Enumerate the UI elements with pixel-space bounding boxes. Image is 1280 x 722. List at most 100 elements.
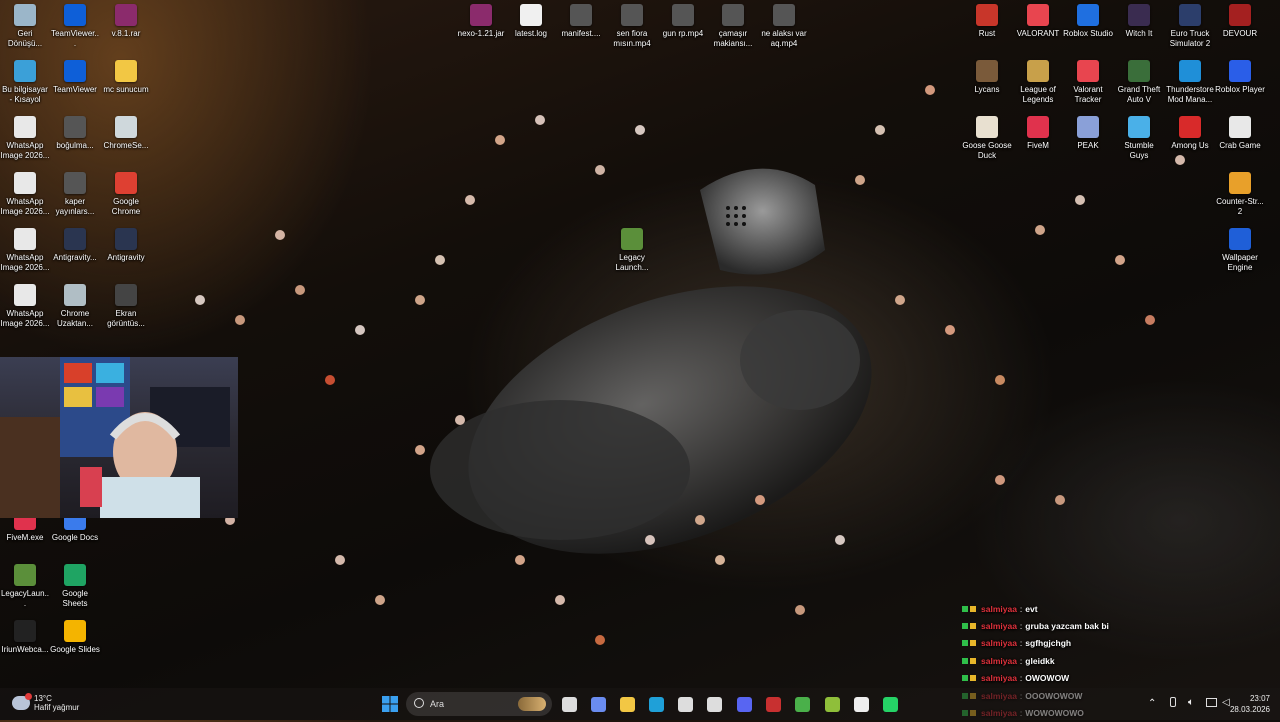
desktop-icon[interactable]: TeamViewer... — [50, 4, 100, 49]
desktop-icon[interactable]: WhatsApp Image 2026... — [0, 284, 50, 329]
desktop-icon[interactable]: sen fiora mısın.mp4 — [607, 4, 657, 49]
desktop-icon[interactable]: ChromeSe... — [101, 116, 151, 151]
desktop-icon[interactable]: IriunWebca... — [0, 620, 50, 655]
desktop-icon[interactable]: WhatsApp Image 2026... — [0, 172, 50, 217]
crab-game-icon — [1229, 116, 1251, 138]
taskbar-app-button[interactable] — [732, 692, 756, 716]
desktop-icon[interactable]: Roblox Player — [1215, 60, 1265, 95]
speaker-icon[interactable]: 🔈︎ — [1188, 697, 1194, 708]
desktop-icon-label: manifest.... — [561, 29, 601, 38]
flower — [1145, 315, 1155, 325]
desktop-icon[interactable]: Euro Truck Simulator 2 — [1165, 4, 1215, 49]
taskbar-app-button[interactable] — [820, 692, 844, 716]
desktop-icon[interactable]: Chrome Uzaktan... — [50, 284, 100, 329]
desktop-icon[interactable]: League of Legends — [1013, 60, 1063, 105]
desktop-icon[interactable]: Grand Theft Auto V — [1114, 60, 1164, 105]
chat-message: salmiyaa: evt — [962, 600, 1162, 617]
edge-icon — [648, 696, 664, 712]
desktop-icon[interactable]: Roblox Studio — [1063, 4, 1113, 39]
desktop-icon[interactable]: kaper yayınlars... — [50, 172, 100, 217]
tray-overflow-chevron-icon[interactable]: ⌃ — [1148, 698, 1156, 709]
desktop-icon[interactable]: TeamViewer — [50, 60, 100, 95]
desktop-icon[interactable]: Goose Goose Duck — [962, 116, 1012, 161]
desktop-icon[interactable]: mc sunucum — [101, 60, 151, 95]
flower — [875, 125, 885, 135]
desktop-icon[interactable]: Wallpaper Engine — [1215, 228, 1265, 273]
desktop-icon[interactable]: Witch It — [1114, 4, 1164, 39]
desktop-icon[interactable]: Antigravity — [101, 228, 151, 263]
microphone-icon[interactable] — [1170, 697, 1176, 709]
taskbar-app-button[interactable] — [557, 692, 581, 716]
chat-badge-icon — [962, 623, 968, 630]
desktop-icon[interactable]: Among Us — [1165, 116, 1215, 151]
desktop-icon[interactable]: DEVOUR — [1215, 4, 1265, 39]
network-icon[interactable] — [1206, 698, 1217, 709]
desktop-icon-label: mc sunucum — [103, 85, 149, 94]
taskbar-app-button[interactable] — [586, 692, 610, 716]
desktop-icon[interactable]: Legacy Launch... — [607, 228, 657, 273]
desktop-icon[interactable]: çamaşır makiansı... — [708, 4, 758, 49]
desktop-icon[interactable]: Thunderstore Mod Mana... — [1165, 60, 1215, 105]
search-placeholder: Ara — [430, 699, 445, 709]
clock[interactable]: 23:07 28.03.2026 — [1228, 693, 1270, 715]
desktop-icon[interactable]: Geri Dönüşü... — [0, 4, 50, 49]
taskbar-app-button[interactable] — [673, 692, 697, 716]
desktop-icon[interactable]: Valorant Tracker — [1063, 60, 1113, 105]
desktop-icon[interactable]: latest.log — [506, 4, 556, 39]
desktop-icon-label: TeamViewer... — [51, 29, 99, 48]
flower — [1055, 495, 1065, 505]
taskbar-app-button[interactable] — [615, 692, 639, 716]
desktop-icon[interactable]: Google Chrome — [101, 172, 151, 217]
chat-badge-icon — [962, 657, 968, 664]
flower — [295, 285, 305, 295]
screenshot-icon — [115, 284, 137, 306]
desktop-icon[interactable]: Antigravity... — [50, 228, 100, 263]
file-explorer-icon — [619, 696, 635, 712]
desktop-icon[interactable]: Counter-Str... 2 — [1215, 172, 1265, 217]
desktop-icon[interactable]: Bu bilgisayar - Kısayol — [0, 60, 50, 105]
taskbar-app-button[interactable] — [702, 692, 726, 716]
desktop-icon-label: Counter-Str... 2 — [1216, 197, 1264, 216]
start-button[interactable] — [378, 692, 402, 716]
desktop-icon[interactable]: FiveM — [1013, 116, 1063, 151]
desktop-icon-label: WhatsApp Image 2026... — [0, 253, 50, 272]
taskbar-app-button[interactable] — [761, 692, 785, 716]
desktop-icon[interactable]: Rust — [962, 4, 1012, 39]
chat-message: salmiyaa: gleidkk — [962, 652, 1162, 669]
desktop-icon[interactable]: Crab Game — [1215, 116, 1265, 151]
desktop-icon[interactable]: VALORANT — [1013, 4, 1063, 39]
devour-icon — [1229, 4, 1251, 26]
video-file-icon — [64, 116, 86, 138]
desktop-icon[interactable]: v.8.1.rar — [101, 4, 151, 39]
desktop-icon[interactable]: PEAK — [1063, 116, 1113, 151]
desktop-icon[interactable]: gun rp.mp4 — [658, 4, 708, 39]
desktop-icon[interactable]: Google Sheets — [50, 564, 100, 609]
desktop-icon-label: Google Slides — [50, 645, 100, 654]
desktop-icon[interactable]: WhatsApp Image 2026... — [0, 228, 50, 273]
weather-widget[interactable]: 13°C Hafif yağmur — [12, 693, 79, 712]
roblox-studio-icon — [1077, 4, 1099, 26]
desktop-icon[interactable]: Lycans — [962, 60, 1012, 95]
folder-icon — [115, 60, 137, 82]
taskbar-app-button[interactable] — [849, 692, 873, 716]
taskbar-app-button[interactable] — [644, 692, 668, 716]
app-file-icon — [824, 696, 840, 712]
desktop-icon-label: v.8.1.rar — [111, 29, 141, 38]
desktop-icon[interactable]: Stumble Guys — [1114, 116, 1164, 161]
taskbar-app-button[interactable] — [878, 692, 902, 716]
desktop-icon[interactable]: Ekran görüntüs... — [101, 284, 151, 329]
winrar-icon — [115, 4, 137, 26]
peak-icon — [1077, 116, 1099, 138]
desktop-icon[interactable]: LegacyLaun... — [0, 564, 50, 609]
desktop-icon-label: latest.log — [514, 29, 548, 38]
desktop-icon-label: VALORANT — [1016, 29, 1060, 38]
desktop-icon[interactable]: ne alaksı var aq.mp4 — [759, 4, 809, 49]
desktop-icon[interactable]: boğulma... — [50, 116, 100, 151]
desktop-icon[interactable]: WhatsApp Image 2026... — [0, 116, 50, 161]
desktop-icon[interactable]: nexo-1.21.jar — [456, 4, 506, 39]
taskbar-search-box[interactable]: Ara — [406, 692, 552, 716]
desktop-icon[interactable]: Google Slides — [50, 620, 100, 655]
minecraft-icon — [14, 564, 36, 586]
desktop-icon[interactable]: manifest.... — [556, 4, 606, 39]
taskbar-app-button[interactable] — [790, 692, 814, 716]
